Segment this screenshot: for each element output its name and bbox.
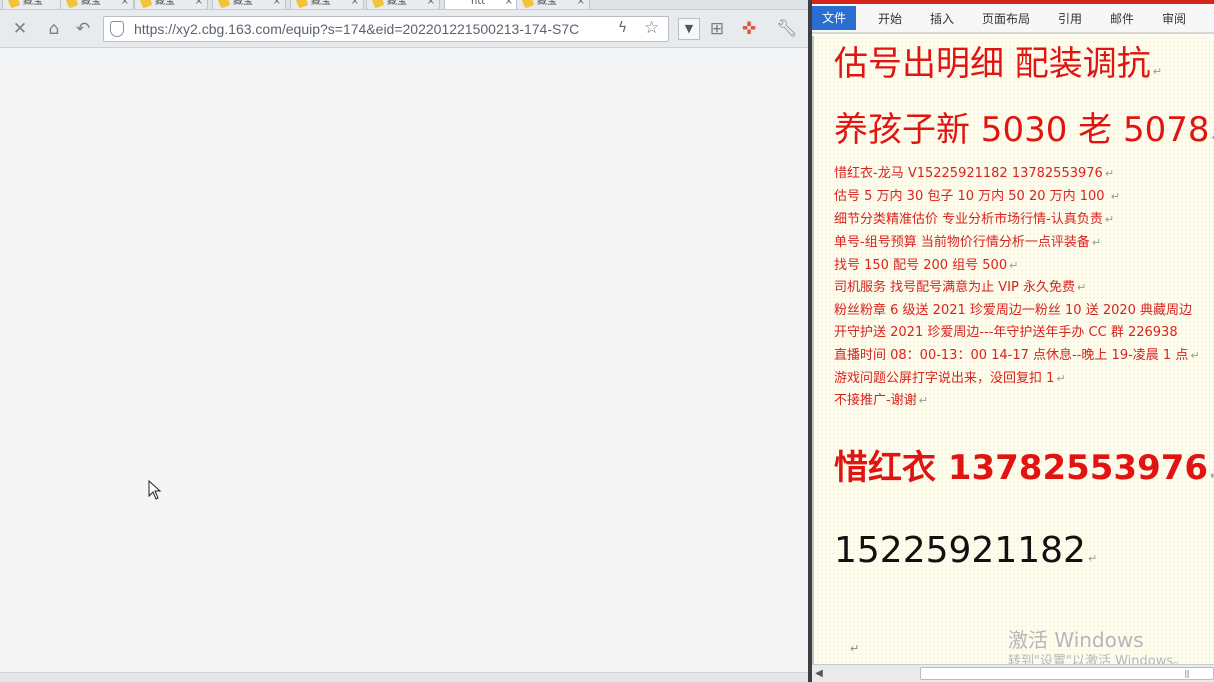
doc-line: 单号-组号预算 当前物价行情分析一点评装备 ↵ bbox=[834, 235, 1102, 250]
doc-line: 估号 5 万内 30 包子 10 万内 50 20 万内 100 ↵ bbox=[834, 189, 1120, 204]
title-accent-bar bbox=[812, 0, 1214, 4]
activation-watermark-title: 激活 Windows bbox=[1008, 628, 1144, 652]
browser-tab[interactable]: 藏宝 × bbox=[366, 0, 440, 9]
mouse-cursor-icon bbox=[148, 480, 162, 500]
tab-label: 藏宝 bbox=[387, 0, 407, 7]
ribbon-menu: 文件 开始 插入 页面布局 引用 邮件 审阅 bbox=[812, 0, 1214, 34]
folder-icon bbox=[521, 0, 535, 9]
browser-tab[interactable]: 藏宝 × bbox=[134, 0, 208, 9]
folder-icon bbox=[295, 0, 309, 9]
close-icon[interactable]: × bbox=[351, 0, 359, 9]
back-icon[interactable]: ↶ bbox=[72, 18, 94, 40]
phone-line: 15225921182 ↵ bbox=[834, 530, 1098, 571]
close-icon[interactable]: × bbox=[427, 0, 435, 9]
menu-tab-insert[interactable]: 插入 bbox=[930, 10, 954, 27]
doc-line: 细节分类精准估价 专业分析市场行情-认真负责 ↵ bbox=[834, 212, 1115, 227]
browser-tab[interactable]: 藏宝 × bbox=[212, 0, 286, 9]
folder-icon bbox=[7, 0, 21, 9]
browser-tab[interactable]: 藏宝 × bbox=[516, 0, 590, 9]
scroll-left-icon[interactable]: ◀ bbox=[812, 666, 826, 681]
doc-line: 游戏问题公屏打字说出来，没回复扣 1 ↵ bbox=[834, 371, 1066, 386]
close-icon[interactable]: ✕ bbox=[9, 18, 31, 40]
shield-icon bbox=[110, 21, 124, 37]
folder-icon bbox=[217, 0, 231, 9]
tab-label: 藏宝 bbox=[311, 0, 331, 7]
address-bar[interactable]: https://xy2.cbg.163.com/equip?s=174&eid=… bbox=[103, 16, 669, 42]
browser-toolbar: ✕ ⌂ ↶ https://xy2.cbg.163.com/equip?s=17… bbox=[0, 10, 810, 48]
doc-line: 找号 150 配号 200 组号 500 ↵ bbox=[834, 258, 1019, 273]
tab-label: 藏宝 bbox=[81, 0, 101, 7]
word-window: 文件 开始 插入 页面布局 引用 邮件 审阅 估号出明细 配装调抗 ↵ 养孩子新 … bbox=[812, 0, 1214, 682]
folder-icon bbox=[139, 0, 153, 9]
browser-window: 藏宝 × 藏宝 × 藏宝 × 藏宝 × 藏宝 × 藏宝 × htt × 藏宝 × ✕ ⌂ ↶ h… bbox=[0, 0, 810, 682]
doc-line: 司机服务 找号配号满意为止 VIP 永久免费 ↵ bbox=[834, 280, 1087, 295]
status-bar bbox=[0, 672, 810, 682]
close-icon[interactable]: × bbox=[273, 0, 281, 9]
close-icon[interactable]: × bbox=[505, 0, 513, 9]
menu-tab-references[interactable]: 引用 bbox=[1058, 10, 1082, 27]
paragraph-mark: ↵ bbox=[850, 642, 860, 655]
close-icon[interactable]: × bbox=[577, 0, 585, 9]
margin-rule bbox=[812, 36, 814, 664]
document-page[interactable]: 估号出明细 配装调抗↵ 养孩子新 5030 老 5078↵ 惜红衣-龙马 V15… bbox=[812, 36, 1214, 669]
tab-label: 藏宝 bbox=[23, 0, 43, 7]
web-page-content bbox=[0, 74, 810, 674]
close-icon[interactable]: × bbox=[121, 0, 129, 9]
chevron-down-icon[interactable]: ▼ bbox=[678, 18, 700, 40]
home-icon[interactable]: ⌂ bbox=[43, 18, 65, 40]
heading-line: 养孩子新 5030 老 5078↵ bbox=[834, 110, 1214, 150]
horizontal-scrollbar[interactable]: ◀ ||| bbox=[812, 664, 1214, 682]
tab-label: 藏宝 bbox=[155, 0, 175, 7]
tab-label: 藏宝 bbox=[233, 0, 253, 7]
menu-tab-layout[interactable]: 页面布局 bbox=[982, 10, 1030, 27]
tab-strip: 藏宝 × 藏宝 × 藏宝 × 藏宝 × 藏宝 × 藏宝 × htt × 藏宝 × bbox=[0, 0, 810, 10]
wrench-icon[interactable]: 🔧︎ bbox=[776, 18, 798, 40]
close-icon[interactable]: × bbox=[195, 0, 203, 9]
menu-tab-file[interactable]: 文件 bbox=[812, 6, 856, 30]
gamepad-icon[interactable]: ✜ bbox=[738, 18, 760, 40]
grid-icon[interactable]: ⊞ bbox=[706, 18, 728, 40]
tab-label: 藏宝 bbox=[537, 0, 557, 7]
browser-tab[interactable]: 藏宝 × bbox=[60, 0, 134, 9]
doc-line: 惜红衣-龙马 V15225921182 13782553976 ↵ bbox=[834, 166, 1115, 181]
browser-tab-active[interactable]: htt × bbox=[444, 0, 518, 9]
menu-tab-mailings[interactable]: 邮件 bbox=[1110, 10, 1134, 27]
folder-icon bbox=[371, 0, 385, 9]
doc-line: 不接推广-谢谢 ↵ bbox=[834, 393, 928, 408]
folder-icon bbox=[65, 0, 79, 9]
doc-line: 粉丝粉章 6 级送 2021 珍爱周边一粉丝 10 送 2020 典藏周边 bbox=[834, 303, 1193, 318]
grip-icon: ||| bbox=[1184, 669, 1190, 678]
contact-name-line: 惜红衣 13782553976↵ bbox=[834, 448, 1214, 488]
url-text[interactable]: https://xy2.cbg.163.com/equip?s=174&eid=… bbox=[134, 21, 579, 37]
star-icon[interactable]: ☆ bbox=[644, 18, 659, 38]
bolt-icon[interactable]: ϟ bbox=[618, 20, 627, 36]
menu-tab-home[interactable]: 开始 bbox=[878, 10, 902, 27]
browser-tab[interactable]: 藏宝 × bbox=[290, 0, 364, 9]
menu-tab-review[interactable]: 审阅 bbox=[1162, 10, 1186, 27]
doc-line: 开守护送 2021 珍爱周边---年守护送年手办 CC 群 226938 bbox=[834, 325, 1178, 340]
heading-line: 估号出明细 配装调抗 ↵ bbox=[834, 44, 1163, 84]
doc-line: 直播时间 08：00-13：00 14-17 点休息--晚上 19-凌晨 1 点… bbox=[834, 348, 1200, 363]
tab-label: htt bbox=[471, 0, 486, 7]
scroll-thumb[interactable] bbox=[920, 667, 1214, 680]
